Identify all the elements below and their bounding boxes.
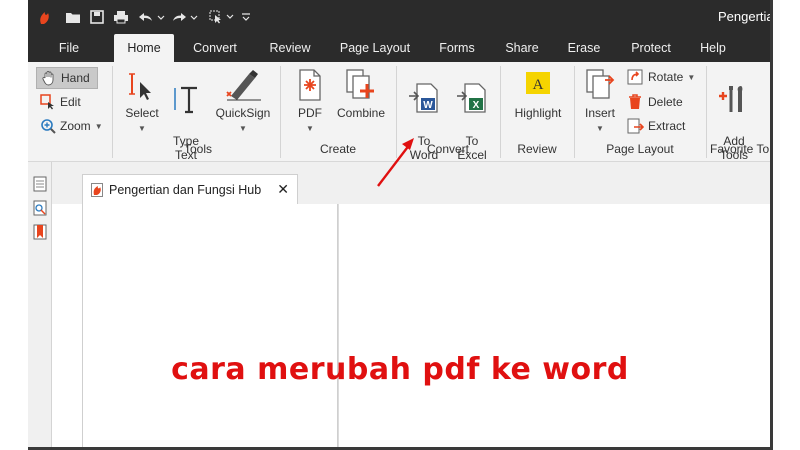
zoom-icon bbox=[41, 119, 56, 134]
tab-erase[interactable]: Erase bbox=[560, 34, 608, 62]
quicksign-button[interactable]: QuickSign ▼ bbox=[212, 68, 274, 136]
save-icon[interactable] bbox=[88, 8, 106, 26]
edit-icon bbox=[40, 94, 54, 110]
rotate-label: Rotate bbox=[648, 70, 684, 84]
zoom-label: Zoom bbox=[60, 119, 91, 133]
combine-icon bbox=[346, 69, 374, 99]
document-tab-strip: Pengertian dan Fungsi Hub ✕ bbox=[52, 162, 772, 204]
select-cursor-icon bbox=[129, 73, 151, 100]
pdf-document-icon bbox=[91, 182, 103, 197]
search-document-icon[interactable] bbox=[33, 200, 47, 216]
favorite-tools-group-label: Favorite To bbox=[710, 142, 770, 156]
svg-text:A: A bbox=[533, 77, 544, 93]
document-view[interactable] bbox=[338, 204, 772, 450]
ribbon-separator bbox=[500, 66, 501, 158]
select-dropdown-caret-icon: ▼ bbox=[138, 124, 146, 133]
tools-group-label: Tools bbox=[183, 142, 212, 156]
tab-help[interactable]: Help bbox=[692, 34, 734, 62]
highlight-icon: A bbox=[526, 72, 550, 94]
combine-button[interactable]: Combine bbox=[332, 68, 390, 120]
trash-icon bbox=[629, 94, 641, 109]
add-tools-icon bbox=[719, 86, 743, 112]
create-pdf-button[interactable]: PDF ▼ bbox=[290, 68, 330, 136]
delete-label: Delete bbox=[648, 95, 683, 109]
type-text-icon bbox=[174, 86, 197, 114]
bookmark-icon[interactable] bbox=[33, 224, 47, 240]
ribbon: Hand Edit Zoom ▼ Select ▼ Type Text Quic… bbox=[28, 62, 772, 162]
highlight-button[interactable]: A Highlight bbox=[506, 68, 570, 120]
side-panel-toolbar bbox=[28, 162, 52, 450]
zoom-dropdown-caret-icon: ▼ bbox=[94, 121, 103, 131]
review-group-label: Review bbox=[517, 142, 557, 156]
print-icon[interactable] bbox=[112, 8, 130, 26]
menu-tab-bar: File Home Convert Review Page Layout For… bbox=[28, 34, 772, 62]
navigation-pane bbox=[82, 204, 338, 450]
edit-tool-button[interactable]: Edit bbox=[40, 94, 81, 110]
document-tab[interactable]: Pengertian dan Fungsi Hub ✕ bbox=[82, 174, 298, 204]
insert-button[interactable]: Insert ▼ bbox=[580, 68, 620, 136]
select-label: Select bbox=[125, 106, 159, 120]
tab-page-layout[interactable]: Page Layout bbox=[334, 34, 416, 62]
document-tab-title: Pengertian dan Fungsi Hub bbox=[109, 182, 262, 197]
select-button[interactable]: Select ▼ bbox=[122, 68, 162, 136]
ribbon-separator bbox=[574, 66, 575, 158]
ribbon-separator bbox=[112, 66, 113, 158]
svg-text:X: X bbox=[473, 100, 480, 111]
extract-icon bbox=[627, 118, 644, 134]
quicksign-pen-icon bbox=[226, 70, 261, 101]
tab-review[interactable]: Review bbox=[262, 34, 318, 62]
create-group-label: Create bbox=[319, 142, 357, 156]
combine-label: Combine bbox=[336, 106, 386, 120]
insert-label: Insert bbox=[584, 106, 615, 120]
ribbon-separator bbox=[280, 66, 281, 158]
title-bar: Pengertia bbox=[28, 0, 772, 34]
highlight-label: Highlight bbox=[514, 106, 562, 120]
tab-protect[interactable]: Protect bbox=[624, 34, 678, 62]
quicksign-dropdown-caret-icon: ▼ bbox=[239, 124, 247, 133]
selection-tool-icon[interactable] bbox=[208, 8, 238, 26]
page-layout-group-label: Page Layout bbox=[606, 142, 674, 156]
extract-button[interactable]: Extract bbox=[626, 117, 685, 135]
edit-label: Edit bbox=[60, 95, 81, 109]
rotate-icon bbox=[627, 69, 643, 85]
redo-icon[interactable] bbox=[170, 8, 200, 26]
rotate-dropdown-caret-icon: ▼ bbox=[687, 72, 696, 82]
svg-text:W: W bbox=[423, 100, 433, 111]
pdf-label: PDF bbox=[298, 106, 322, 120]
convert-group-label: Convert bbox=[426, 142, 470, 156]
window-title: Pengertia bbox=[718, 9, 772, 24]
page-thumbnails-icon[interactable] bbox=[33, 176, 47, 192]
hand-tool-button[interactable]: Hand bbox=[36, 67, 98, 89]
hand-icon bbox=[42, 71, 54, 86]
insert-pages-icon bbox=[586, 69, 615, 99]
tab-convert[interactable]: Convert bbox=[184, 34, 246, 62]
extract-label: Extract bbox=[648, 119, 686, 133]
tab-home[interactable]: Home bbox=[114, 34, 174, 62]
delete-button[interactable]: Delete bbox=[626, 93, 683, 111]
pdf-dropdown-caret-icon: ▼ bbox=[306, 124, 314, 133]
customize-qat-icon[interactable] bbox=[240, 8, 252, 26]
create-pdf-icon bbox=[299, 69, 321, 101]
rotate-button[interactable]: Rotate ▼ bbox=[626, 68, 695, 86]
undo-icon[interactable] bbox=[136, 8, 166, 26]
caption-text: cara merubah pdf ke word bbox=[171, 352, 629, 387]
zoom-tool-button[interactable]: Zoom ▼ bbox=[40, 118, 103, 134]
open-folder-icon[interactable] bbox=[64, 8, 82, 26]
hand-label: Hand bbox=[61, 71, 90, 85]
tab-share[interactable]: Share bbox=[498, 34, 546, 62]
word-file-icon: W bbox=[409, 83, 438, 113]
close-tab-icon[interactable]: ✕ bbox=[277, 181, 289, 198]
tab-file[interactable]: File bbox=[48, 34, 90, 62]
insert-dropdown-caret-icon: ▼ bbox=[596, 124, 604, 133]
ribbon-separator bbox=[706, 66, 707, 158]
ribbon-separator bbox=[396, 66, 397, 158]
excel-file-icon: X bbox=[457, 83, 486, 113]
quicksign-label: QuickSign bbox=[215, 106, 271, 120]
app-logo-icon bbox=[36, 8, 52, 26]
tab-forms[interactable]: Forms bbox=[432, 34, 482, 62]
